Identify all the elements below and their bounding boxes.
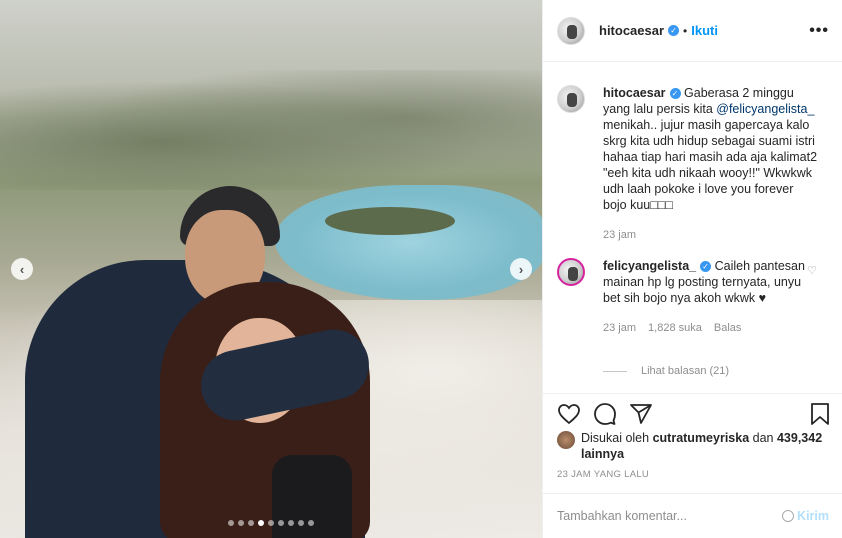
more-options-icon[interactable]: ••• xyxy=(809,22,829,40)
follow-button[interactable]: Ikuti xyxy=(691,23,718,38)
post-side-panel: hitocaesar ✓ • Ikuti ••• hitocaesar ✓ Gab… xyxy=(542,0,842,538)
verified-badge-icon: ✓ xyxy=(668,25,680,36)
instagram-post: ‹ › hitocaesar ✓ • Ikuti ••• hitocaesar ✓… xyxy=(0,0,842,538)
likes-middle: dan xyxy=(749,431,777,445)
post-photo[interactable]: ‹ › xyxy=(0,0,542,538)
commenter-avatar[interactable] xyxy=(557,258,585,286)
carousel-indicator xyxy=(228,520,314,526)
comment-likes[interactable]: 1,828 suka xyxy=(648,320,702,336)
carousel-dot xyxy=(258,520,264,526)
carousel-dot xyxy=(298,520,304,526)
share-icon[interactable] xyxy=(629,402,653,426)
follow-separator: • xyxy=(683,23,688,38)
post-timestamp[interactable]: 23 JAM YANG LALU xyxy=(557,469,649,480)
carousel-dot xyxy=(288,520,294,526)
background-island xyxy=(325,207,455,235)
commenter-username[interactable]: felicyangelista_ xyxy=(603,259,696,273)
post-comment-button[interactable]: Kirim xyxy=(782,509,829,523)
chevron-left-icon: ‹ xyxy=(19,261,25,277)
author-avatar[interactable] xyxy=(557,16,585,45)
heart-icon[interactable] xyxy=(557,402,581,426)
reply-button[interactable]: Balas xyxy=(714,320,742,336)
emoji-icon[interactable] xyxy=(782,510,795,522)
caption-author-avatar[interactable] xyxy=(557,85,585,113)
caption-username[interactable]: hitocaesar xyxy=(603,86,666,100)
caption: hitocaesar ✓ Gaberasa 2 minggu yang lalu … xyxy=(557,85,829,243)
verified-badge-icon: ✓ xyxy=(700,261,712,273)
view-replies-label: Lihat balasan (21) xyxy=(641,365,730,377)
carousel-dot xyxy=(238,520,244,526)
likes-text: Disukai oleh cutratumeyriska dan 439,342… xyxy=(581,430,827,462)
carousel-dot xyxy=(278,520,284,526)
carousel-prev-button[interactable]: ‹ xyxy=(11,258,33,280)
carousel-dot xyxy=(228,520,234,526)
likes-prefix: Disukai oleh xyxy=(581,431,653,445)
comment-icon[interactable] xyxy=(593,402,617,426)
view-replies-button[interactable]: Lihat balasan (21) xyxy=(603,365,729,377)
caption-text-after: menikah.. jujur masih gapercaya kalo skr… xyxy=(603,118,818,212)
post-comment-label: Kirim xyxy=(797,509,829,523)
comment-body: felicyangelista_ ✓ Caileh pantesan mainan… xyxy=(603,258,818,336)
carousel-next-button[interactable]: › xyxy=(510,258,532,280)
replies-divider xyxy=(603,370,627,372)
carousel-dot xyxy=(268,520,274,526)
action-bar xyxy=(543,393,842,433)
background-lake xyxy=(275,185,542,300)
comment-meta: 23 jam 1,828 suka Balas xyxy=(603,320,818,336)
comment-like-heart-icon[interactable]: ♡ xyxy=(807,264,817,277)
chevron-right-icon: › xyxy=(518,261,524,277)
caption-body: hitocaesar ✓ Gaberasa 2 minggu yang lalu … xyxy=(603,85,818,243)
top-comment: felicyangelista_ ✓ Caileh pantesan mainan… xyxy=(557,258,829,336)
comment-input[interactable] xyxy=(557,509,772,523)
likes-summary: Disukai oleh cutratumeyriska dan 439,342… xyxy=(557,430,827,462)
comment-time[interactable]: 23 jam xyxy=(603,320,636,336)
bookmark-icon[interactable] xyxy=(808,402,832,426)
liker-username[interactable]: cutratumeyriska xyxy=(653,431,750,445)
caption-time[interactable]: 23 jam xyxy=(603,227,636,243)
comments-section[interactable]: hitocaesar ✓ Gaberasa 2 minggu yang lalu … xyxy=(543,63,842,393)
carousel-dot xyxy=(248,520,254,526)
verified-badge-icon: ✓ xyxy=(669,88,681,100)
carousel-dot xyxy=(308,520,314,526)
liker-avatar[interactable] xyxy=(557,431,575,449)
add-comment-bar: Kirim xyxy=(543,493,842,538)
background-hills xyxy=(0,70,542,190)
caption-mention-link[interactable]: @felicyangelista_ xyxy=(716,102,814,116)
post-header: hitocaesar ✓ • Ikuti ••• xyxy=(543,0,842,62)
caption-meta: 23 jam xyxy=(603,227,818,243)
author-username[interactable]: hitocaesar xyxy=(599,23,664,38)
